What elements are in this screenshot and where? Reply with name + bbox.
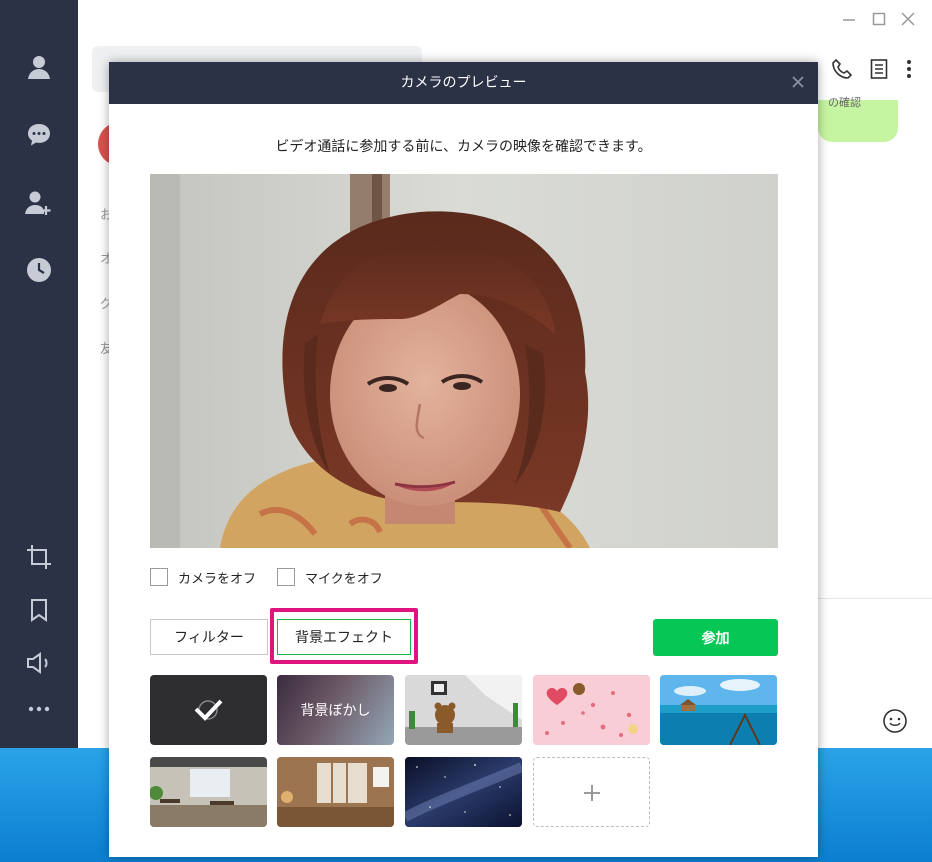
ocean-bungalow-image [660, 675, 777, 745]
background-thumb-none[interactable] [150, 675, 267, 745]
cafe-image [150, 757, 267, 827]
add-friend-icon[interactable] [24, 188, 54, 218]
close-icon[interactable] [788, 72, 808, 92]
bookmark-icon[interactable] [24, 595, 54, 625]
speaker-icon[interactable] [24, 648, 54, 678]
tab-filter[interactable]: フィルター [150, 619, 268, 655]
dialog-header: カメラのプレビュー [109, 62, 818, 104]
kebab-icon[interactable] [906, 58, 912, 84]
person-icon[interactable] [24, 52, 54, 82]
sidebar [0, 0, 78, 748]
camera-off-checkbox[interactable] [150, 568, 168, 586]
blur-label: 背景ぼかし [300, 703, 371, 719]
background-thumb-room-bear[interactable] [405, 675, 522, 745]
background-thumb-ocean-bungalow[interactable] [660, 675, 777, 745]
close-window-icon[interactable] [901, 12, 915, 30]
wooden-room-image [277, 757, 394, 827]
phone-icon[interactable] [831, 58, 853, 84]
camera-off-label: カメラをオフ [178, 571, 257, 587]
minimize-icon[interactable] [842, 8, 856, 26]
background-thumb-pink-hearts[interactable] [533, 675, 650, 745]
background-thumb-night-sky[interactable] [405, 757, 522, 827]
plus-icon [584, 785, 600, 801]
camera-preview-dialog: カメラのプレビュー ビデオ通話に参加する前に、カメラの映像を確認できます。 カメ… [109, 62, 818, 857]
message-fragment: の確認 [828, 96, 861, 109]
night-sky-image [405, 757, 522, 827]
camera-off-option[interactable]: カメラをオフ [150, 567, 256, 587]
background-thumb-cafe[interactable] [150, 757, 267, 827]
camera-preview [150, 174, 778, 548]
selected-check-icon [194, 699, 223, 721]
join-button[interactable]: 参加 [653, 619, 778, 656]
background-thumb-wooden-room[interactable] [277, 757, 394, 827]
maximize-icon[interactable] [872, 12, 886, 30]
mic-off-label: マイクをオフ [305, 571, 383, 587]
input-divider [818, 598, 932, 599]
highlight-annotation [270, 608, 418, 664]
clock-icon[interactable] [24, 255, 54, 285]
background-thumb-blur[interactable]: 背景ぼかし [277, 675, 394, 745]
person-video-frame [150, 174, 778, 548]
pink-hearts-image [533, 675, 650, 745]
crop-icon[interactable] [24, 542, 54, 572]
dialog-title: カメラのプレビュー [400, 75, 527, 91]
dialog-description: ビデオ通話に参加する前に、カメラの映像を確認できます。 [275, 139, 652, 155]
mic-off-checkbox[interactable] [277, 568, 295, 586]
more-icon[interactable] [24, 694, 54, 724]
emoji-icon[interactable] [882, 708, 908, 738]
add-background-button[interactable] [533, 757, 650, 827]
note-icon[interactable] [870, 58, 888, 84]
chat-icon[interactable] [24, 120, 54, 150]
room-bear-image [405, 675, 522, 745]
mic-off-option[interactable]: マイクをオフ [277, 567, 383, 587]
